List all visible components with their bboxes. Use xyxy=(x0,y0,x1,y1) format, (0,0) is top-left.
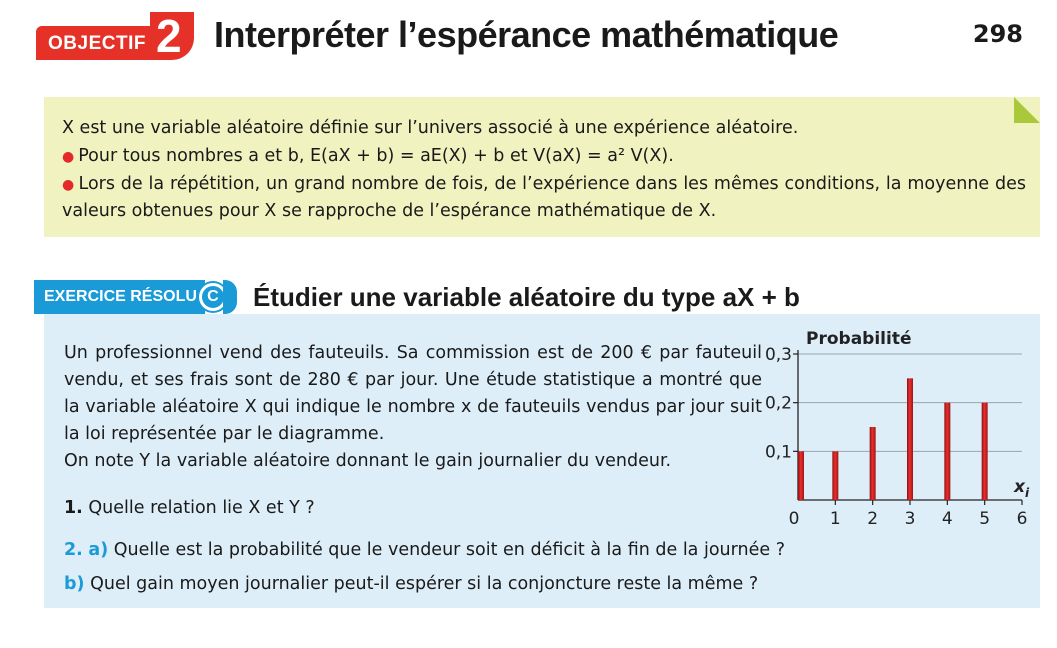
question-2a: 2. a) Quelle est la probabilité que le v… xyxy=(64,540,785,560)
question-2a-label: a) xyxy=(88,540,109,560)
theory-convergence-text: Lors de la répétition, un grand nombre d… xyxy=(62,174,1027,221)
chart-bar xyxy=(944,402,951,500)
page-number: 298 xyxy=(972,20,1023,48)
question-1: 1. Quelle relation lie X et Y ? xyxy=(64,498,315,518)
exercise-badge-tail xyxy=(222,280,237,314)
statement-paragraph: Un professionnel vend des fauteuils. Sa … xyxy=(64,343,762,444)
chart-bar xyxy=(869,427,876,500)
corner-triangle-icon xyxy=(1014,97,1040,123)
x-tick-label: 3 xyxy=(905,509,916,529)
y-tick-label: 0,3 xyxy=(765,345,792,365)
question-2b-label: b) xyxy=(64,574,85,594)
question-1-text: Quelle relation lie X et Y ? xyxy=(82,498,315,518)
x-tick-label: 5 xyxy=(979,509,990,529)
page-title: Interpréter l’espérance mathématique xyxy=(214,14,839,55)
theory-line-3: ● Lors de la répétition, un grand nombre … xyxy=(62,171,1026,224)
bullet-icon: ● xyxy=(62,149,75,165)
exercise-statement: Un professionnel vend des fauteuils. Sa … xyxy=(64,340,762,475)
statement-definition: On note Y la variable aléatoire donnant … xyxy=(64,451,672,471)
question-2-number: 2. xyxy=(64,540,83,560)
x-tick-label: 2 xyxy=(867,509,878,529)
chart-bar xyxy=(981,402,988,500)
objectif-label: OBJECTIF xyxy=(36,26,150,60)
theory-line-2: ● Pour tous nombres a et b, E(aX + b) = a… xyxy=(62,143,674,170)
question-2b: b) Quel gain moyen journalier peut-il es… xyxy=(64,574,758,594)
bullet-icon: ● xyxy=(62,177,75,193)
exercise-badge-label: EXERCICE RÉSOLU xyxy=(34,280,205,314)
question-2b-text: Quel gain moyen journalier peut-il espér… xyxy=(84,574,759,594)
x-axis-label-subscript: i xyxy=(1025,486,1030,500)
x-tick-label: 1 xyxy=(830,509,841,529)
exercise-badge: EXERCICE RÉSOLU C xyxy=(34,280,237,314)
theory-box: X est une variable aléatoire définie sur… xyxy=(44,97,1040,237)
question-1-number: 1. xyxy=(64,498,83,518)
x-tick-label: 4 xyxy=(942,509,953,529)
y-tick-label: 0,1 xyxy=(765,442,792,462)
objectif-badge: OBJECTIF 2 xyxy=(36,12,194,60)
chart-bar xyxy=(907,378,913,500)
y-tick-label: 0,2 xyxy=(765,394,792,414)
chart-bar xyxy=(832,451,839,500)
theory-line-1: X est une variable aléatoire définie sur… xyxy=(62,118,799,138)
objectif-number: 2 xyxy=(149,12,194,60)
theory-formula-text: Pour tous nombres a et b, E(aX + b) = aE… xyxy=(78,146,674,166)
exercise-title: Étudier une variable aléatoire du type a… xyxy=(253,282,800,312)
chart-bar xyxy=(798,451,804,500)
probability-bar-chart: 0,1 0,2 0,3 0 1 2 3 4 5 6 Probabilité xi xyxy=(765,329,1030,529)
x-axis-label: xi xyxy=(1013,477,1030,500)
x-tick-label: 0 xyxy=(789,509,800,529)
x-tick-label: 6 xyxy=(1017,509,1028,529)
question-2a-text: Quelle est la probabilité que le vendeur… xyxy=(108,540,785,560)
y-axis-label: Probabilité xyxy=(806,329,911,349)
